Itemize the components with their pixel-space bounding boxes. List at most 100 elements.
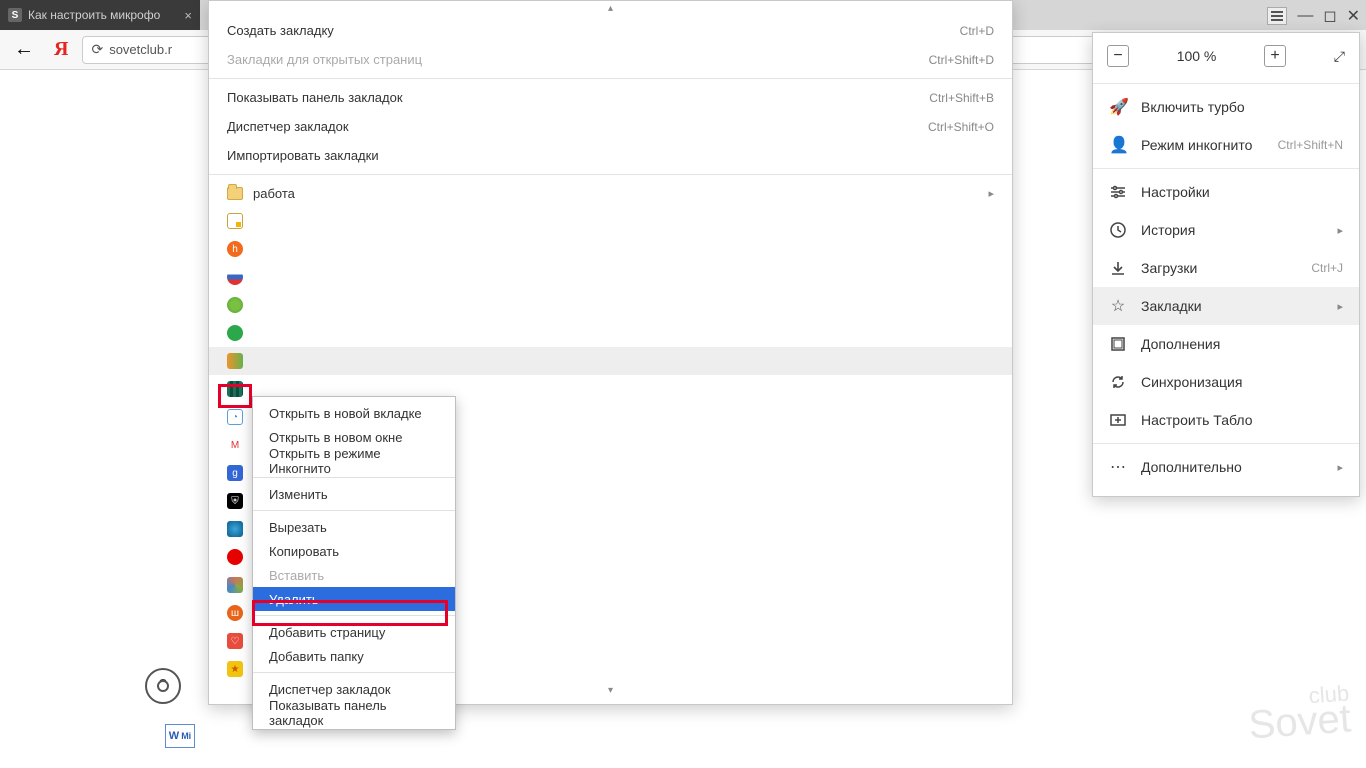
menu-bookmarks-label: Закладки [1141, 298, 1323, 314]
ctx-open-incognito[interactable]: Открыть в режиме Инкогнито [253, 449, 455, 473]
chevron-right-icon: ▸ [988, 187, 994, 200]
download-icon [1109, 259, 1127, 277]
separator [209, 78, 1012, 79]
bookmark-context-menu: Открыть в новой вкладке Открыть в новом … [252, 396, 456, 730]
separator [253, 510, 455, 511]
separator [1093, 83, 1359, 84]
menu-addons-label: Дополнения [1141, 336, 1343, 352]
yandex-logo[interactable]: Я [50, 38, 72, 61]
separator [209, 174, 1012, 175]
folder-label: работа [253, 186, 295, 201]
menu-more[interactable]: ⋯ Дополнительно ▸ [1093, 448, 1359, 486]
menu-history[interactable]: История ▸ [1093, 211, 1359, 249]
more-icon: ⋯ [1109, 457, 1127, 477]
ctx-paste: Вставить [253, 563, 455, 587]
show-bar-shortcut: Ctrl+Shift+B [929, 91, 994, 105]
hamburger-menu-button[interactable] [1267, 7, 1287, 25]
menu-downloads-label: Загрузки [1141, 260, 1297, 276]
menu-sync-label: Синхронизация [1141, 374, 1343, 390]
zoom-controls: − 100 % + ⤢ [1093, 39, 1359, 79]
tableau-icon [1109, 411, 1127, 429]
create-bookmark-label: Создать закладку [227, 23, 334, 38]
menu-history-label: История [1141, 222, 1323, 238]
create-bookmark-item[interactable]: Создать закладку Ctrl+D [209, 16, 1012, 45]
menu-turbo-label: Включить турбо [1141, 99, 1343, 115]
reload-icon[interactable]: ⟳ [91, 41, 103, 58]
create-bookmark-shortcut: Ctrl+D [960, 24, 994, 38]
settings-icon [1109, 183, 1127, 201]
bookmark-item[interactable] [209, 263, 1012, 291]
menu-turbo[interactable]: 🚀 Включить турбо [1093, 88, 1359, 126]
sync-icon [1109, 373, 1127, 391]
menu-incognito[interactable]: 👤 Режим инкогнито Ctrl+Shift+N [1093, 126, 1359, 164]
back-button[interactable]: ← [8, 38, 40, 61]
menu-settings-label: Настройки [1141, 184, 1343, 200]
menu-settings[interactable]: Настройки [1093, 173, 1359, 211]
bm-manager-label: Диспетчер закладок [227, 119, 349, 134]
zoom-in-button[interactable]: + [1264, 45, 1286, 67]
close-window-button[interactable]: ✕ [1347, 6, 1360, 26]
separator [1093, 168, 1359, 169]
minimize-button[interactable]: — [1297, 7, 1313, 25]
addons-icon [1109, 335, 1127, 353]
menu-incognito-label: Режим инкогнито [1141, 137, 1264, 153]
bookmark-item-selected[interactable] [209, 347, 1012, 375]
zoom-value: 100 % [1177, 48, 1217, 64]
window-controls: — ◻ ✕ [1267, 6, 1360, 26]
incognito-icon: 👤 [1109, 135, 1127, 155]
show-bookmarks-bar-item[interactable]: Показывать панель закладок Ctrl+Shift+B [209, 83, 1012, 112]
ctx-delete[interactable]: Удалить [253, 587, 455, 611]
menu-downloads[interactable]: Загрузки Ctrl+J [1093, 249, 1359, 287]
bookmark-folder-work[interactable]: работа ▸ [209, 179, 1012, 207]
step-badge: 2 [145, 668, 181, 704]
history-icon [1109, 221, 1127, 239]
menu-downloads-shortcut: Ctrl+J [1311, 261, 1343, 275]
star-icon: ☆ [1109, 296, 1127, 316]
bookmark-item[interactable] [209, 291, 1012, 319]
taskbar-word-icon[interactable]: WMi [165, 724, 195, 748]
chevron-right-icon: ▸ [1337, 461, 1343, 474]
menu-incognito-shortcut: Ctrl+Shift+N [1278, 138, 1343, 152]
fullscreen-icon[interactable]: ⤢ [1334, 48, 1345, 65]
bookmark-manager-item[interactable]: Диспетчер закладок Ctrl+Shift+O [209, 112, 1012, 141]
separator [253, 672, 455, 673]
maximize-button[interactable]: ◻ [1323, 6, 1336, 26]
bookmarks-open-pages-shortcut: Ctrl+Shift+D [929, 53, 994, 67]
ctx-add-folder[interactable]: Добавить папку [253, 644, 455, 668]
address-url: sovetclub.r [109, 42, 172, 57]
bookmarks-open-pages-label: Закладки для открытых страниц [227, 52, 422, 67]
separator [1093, 443, 1359, 444]
menu-sync[interactable]: Синхронизация [1093, 363, 1359, 401]
rocket-icon: 🚀 [1109, 97, 1127, 117]
zoom-out-button[interactable]: − [1107, 45, 1129, 67]
ctx-edit[interactable]: Изменить [253, 482, 455, 506]
bookmark-item[interactable] [209, 319, 1012, 347]
close-tab-icon[interactable]: × [184, 8, 192, 23]
folder-icon [227, 187, 243, 200]
ctx-open-new-tab[interactable]: Открыть в новой вкладке [253, 401, 455, 425]
main-menu: − 100 % + ⤢ 🚀 Включить турбо 👤 Режим инк… [1092, 32, 1360, 497]
ctx-copy[interactable]: Копировать [253, 539, 455, 563]
bookmark-item[interactable] [209, 207, 1012, 235]
browser-tab[interactable]: S Как настроить микрофо × [0, 0, 200, 30]
ctx-cut[interactable]: Вырезать [253, 515, 455, 539]
tab-favicon: S [8, 8, 22, 22]
tab-title: Как настроить микрофо [28, 8, 178, 22]
menu-more-label: Дополнительно [1141, 459, 1323, 475]
separator [253, 477, 455, 478]
menu-addons[interactable]: Дополнения [1093, 325, 1359, 363]
import-label: Импортировать закладки [227, 148, 379, 163]
bookmark-item[interactable]: h [209, 235, 1012, 263]
ctx-show-bookmarks-bar[interactable]: Показывать панель закладок [253, 701, 455, 725]
ctx-add-page[interactable]: Добавить страницу [253, 620, 455, 644]
chevron-right-icon: ▸ [1337, 300, 1343, 313]
bookmarks-for-open-pages-item: Закладки для открытых страниц Ctrl+Shift… [209, 45, 1012, 74]
separator [253, 615, 455, 616]
menu-tableau-label: Настроить Табло [1141, 412, 1343, 428]
scroll-up-arrow[interactable]: ▴ [209, 1, 1012, 16]
import-bookmarks-item[interactable]: Импортировать закладки [209, 141, 1012, 170]
chevron-right-icon: ▸ [1337, 224, 1343, 237]
menu-tableau[interactable]: Настроить Табло [1093, 401, 1359, 439]
menu-bookmarks[interactable]: ☆ Закладки ▸ [1093, 287, 1359, 325]
taskbar-word-label: Mi [181, 731, 191, 741]
